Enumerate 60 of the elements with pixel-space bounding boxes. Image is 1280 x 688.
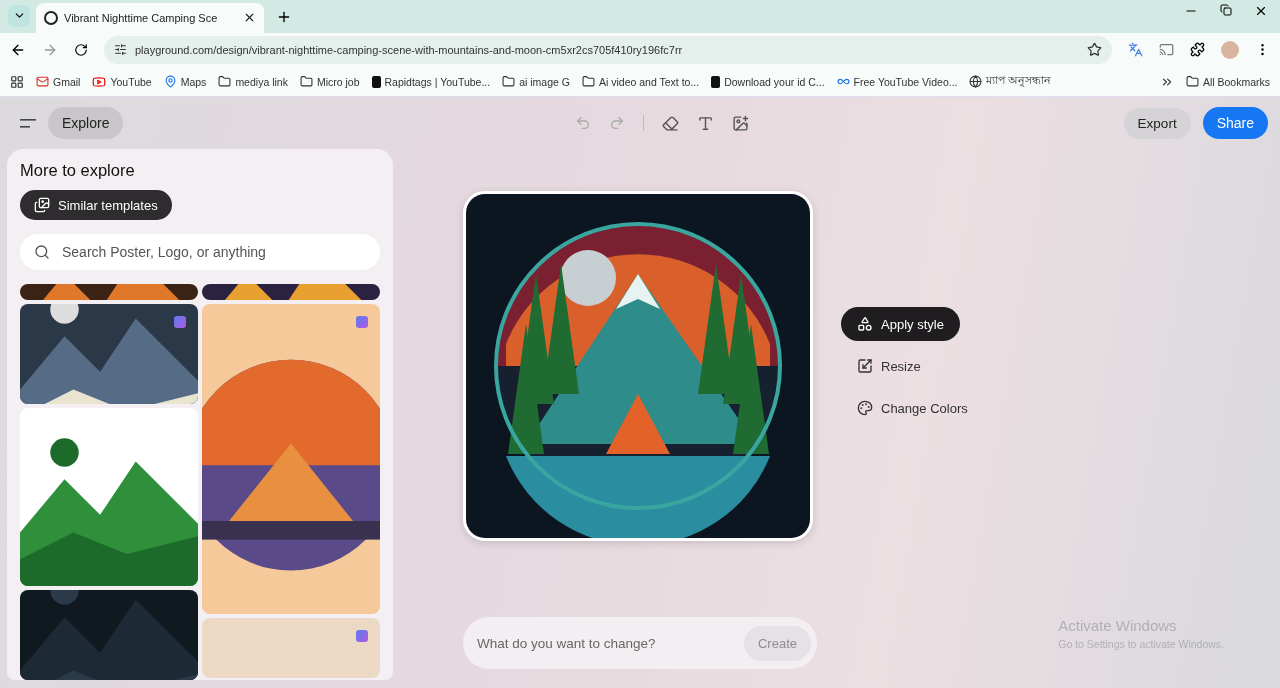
cast-icon[interactable]: [1159, 42, 1174, 58]
folder-icon: [1185, 75, 1199, 89]
bookmark-label: ম্যাপ অনুসন্ধান: [986, 73, 1052, 89]
explore-button[interactable]: Explore: [48, 107, 124, 139]
shapes-icon: [857, 316, 873, 332]
tab-list-button[interactable]: [8, 4, 30, 27]
bookmark-label: Maps: [180, 75, 207, 88]
url-text: playground.com/design/vibrant-nighttime-camping-scene-with-mountains-and-moon-cm5xr2cs705f410ry196fc7rr: [135, 43, 684, 56]
eraser-icon[interactable]: [662, 114, 680, 132]
folder-icon: [299, 75, 313, 89]
resize-icon: [857, 358, 873, 374]
bookmark-label: Free YouTube Video...: [853, 75, 958, 88]
menu-icon[interactable]: [20, 117, 36, 129]
bookmark-star-icon[interactable]: [1087, 42, 1102, 58]
bookmark[interactable]: mediya link: [218, 75, 288, 89]
translate-icon[interactable]: [1128, 42, 1143, 58]
bookmark[interactable]: Free YouTube Video...: [836, 75, 958, 89]
address-bar[interactable]: playground.com/design/vibrant-nighttime-camping-scene-with-mountains-and-moon-cm5xr2cs705f410ry196fc7rr: [104, 35, 1112, 64]
action-button[interactable]: Change Colors: [841, 391, 984, 425]
mail-icon: [36, 75, 49, 89]
bookmark[interactable]: Micro job: [299, 75, 360, 89]
bookmark[interactable]: Maps: [163, 75, 207, 89]
reload-icon[interactable]: [74, 42, 88, 57]
bookmark-label: Gmail: [53, 75, 81, 88]
bookmark-label: ai image G: [519, 75, 570, 88]
bookmark-label: All Bookmarks: [1202, 75, 1270, 88]
bookmark-label: Ai video and Text to...: [598, 75, 700, 88]
similar-templates-button[interactable]: Similar templates: [20, 190, 172, 220]
bookmark-label: Micro job: [316, 75, 360, 88]
site-logo-icon: [44, 10, 58, 25]
export-button[interactable]: Export: [1123, 107, 1191, 139]
search-icon: [34, 244, 50, 260]
restore-icon[interactable]: [1220, 4, 1232, 17]
site-settings-icon[interactable]: [114, 43, 127, 57]
action-button[interactable]: Apply style: [841, 307, 960, 341]
globe-icon: [969, 75, 983, 89]
bookmark-label: mediya link: [235, 75, 288, 88]
add-image-icon[interactable]: [732, 114, 750, 132]
folder-icon: [218, 75, 232, 89]
search-field[interactable]: Search Poster, Logo, or anything: [20, 234, 380, 270]
action-button[interactable]: Resize: [841, 349, 937, 383]
bookmark[interactable]: All Bookmarks: [1185, 75, 1270, 89]
share-button[interactable]: Share: [1202, 107, 1268, 139]
browser-tab[interactable]: Vibrant Nighttime Camping Sce: [36, 2, 264, 33]
extensions-icon[interactable]: [1190, 42, 1205, 58]
pin-icon: [163, 75, 177, 89]
bookmark[interactable]: YouTube: [92, 74, 152, 89]
apps-icon[interactable]: [10, 74, 24, 89]
bookmark[interactable]: Gmail: [36, 75, 81, 89]
folder-icon: [581, 75, 595, 89]
panel-title: More to explore: [20, 161, 136, 180]
text-icon[interactable]: [697, 114, 715, 132]
folder-icon: [502, 75, 516, 89]
bookmark[interactable]: Ai video and Text to...: [581, 75, 700, 89]
bookmark-label: YouTube: [110, 75, 152, 88]
palette-icon: [857, 400, 873, 416]
bookmark[interactable]: ai image G: [502, 75, 570, 89]
play-icon: [92, 74, 107, 89]
bookmark[interactable]: ম্যাপ অনুসন্ধান: [969, 73, 1052, 91]
images-icon: [34, 197, 50, 213]
